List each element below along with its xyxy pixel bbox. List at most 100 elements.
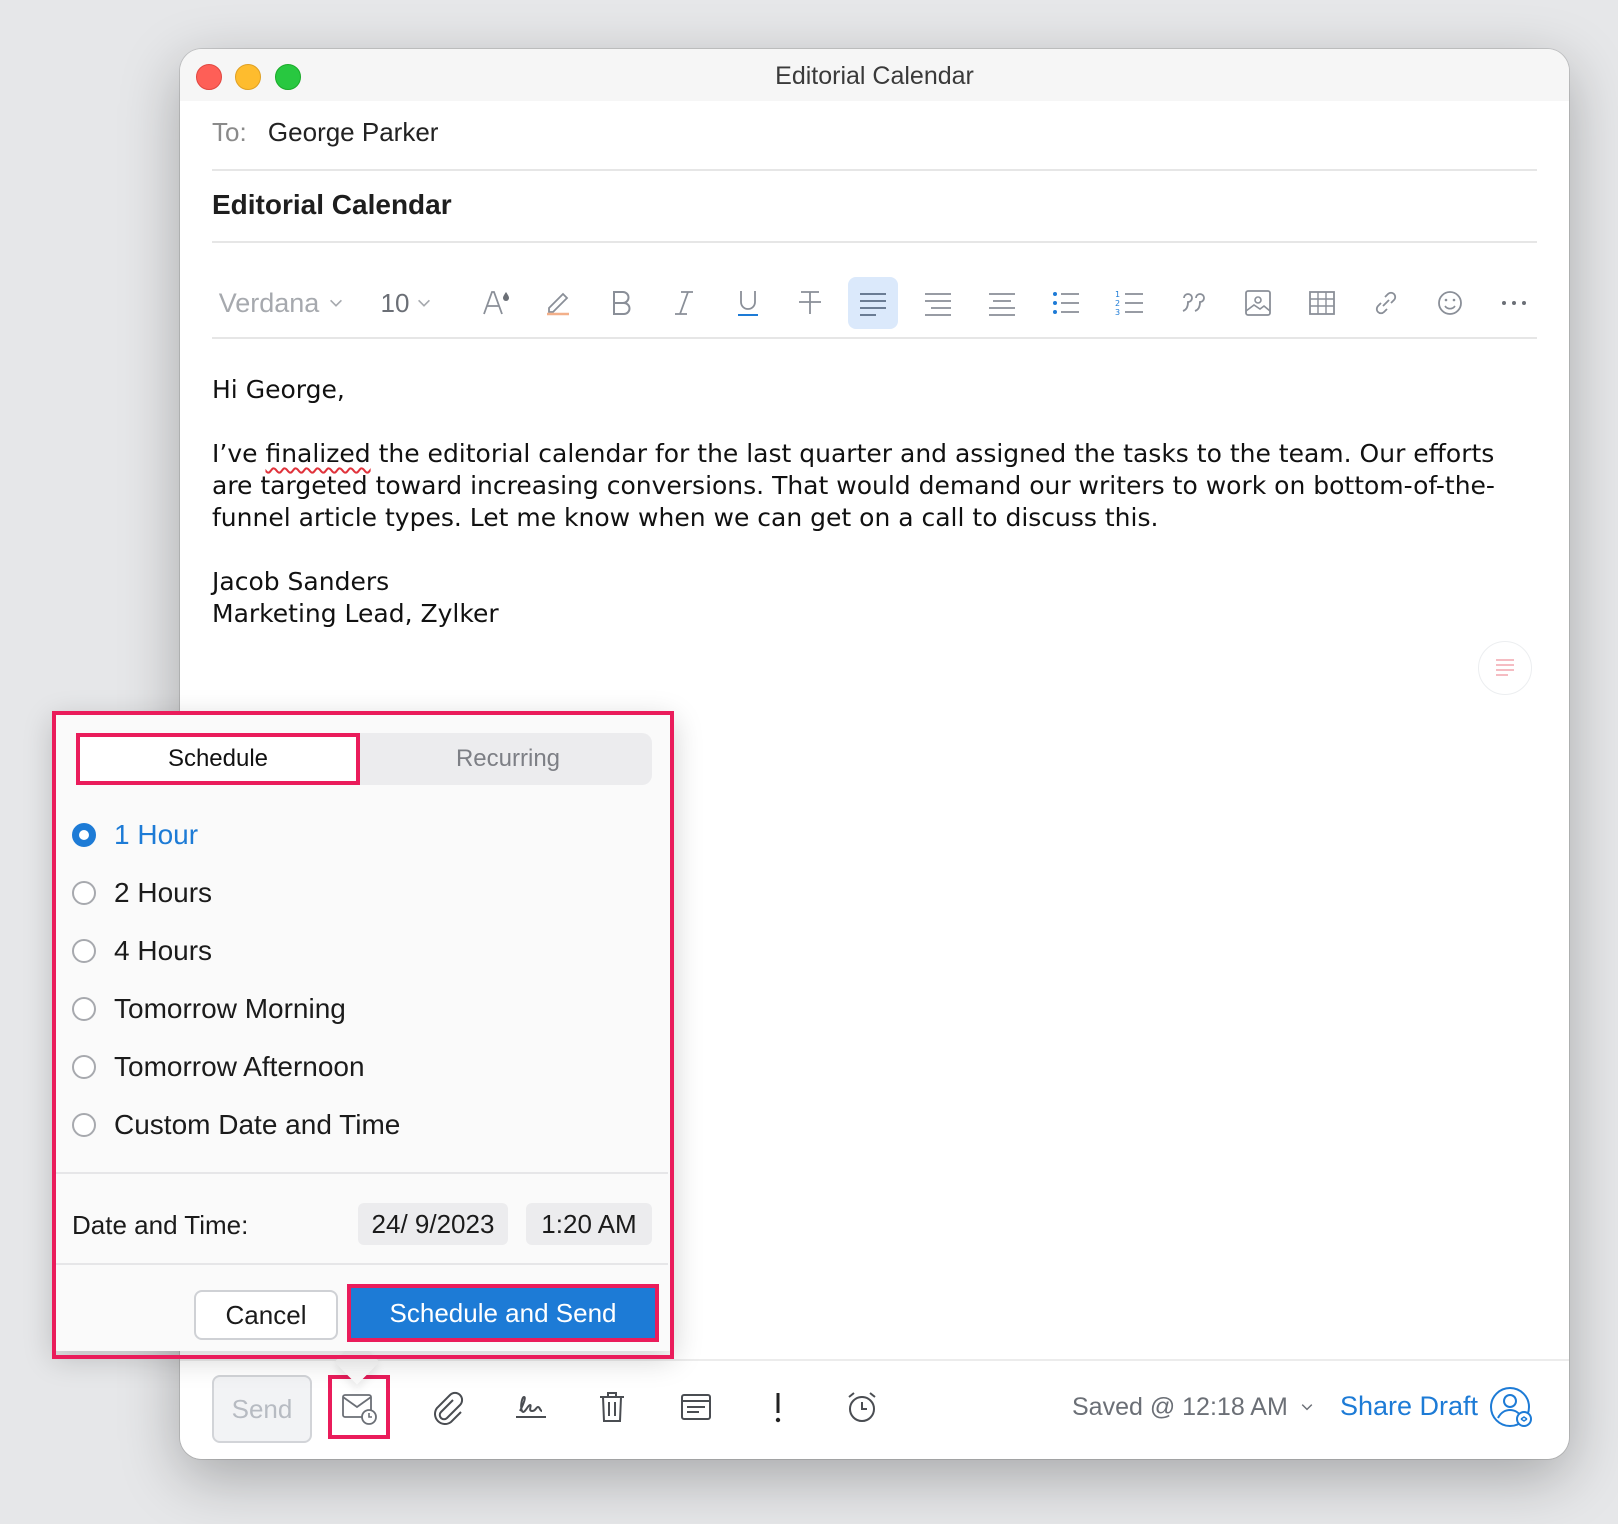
image-icon xyxy=(1245,290,1271,316)
underline-button[interactable] xyxy=(722,277,774,329)
svg-text:3: 3 xyxy=(1115,308,1120,317)
font-family-select[interactable]: Verdana xyxy=(212,277,352,329)
numbered-list-icon: 123 xyxy=(1115,290,1143,317)
emoji-button[interactable] xyxy=(1424,277,1476,329)
radio-button[interactable] xyxy=(72,997,96,1021)
option-tomorrow-afternoon[interactable]: Tomorrow Afternoon xyxy=(72,1047,365,1087)
highlight-button[interactable] xyxy=(532,277,584,329)
option-2-hours[interactable]: 2 Hours xyxy=(72,873,212,913)
window-title: Editorial Calendar xyxy=(775,62,974,90)
saved-status[interactable]: Saved @ 12:18 AM xyxy=(1072,1393,1315,1422)
attach-button[interactable] xyxy=(420,1379,472,1435)
numbered-list-button[interactable]: 123 xyxy=(1104,277,1156,329)
chevron-down-icon xyxy=(418,299,431,307)
body-paragraph: I’ve finalized the editorial calendar fo… xyxy=(212,439,1495,532)
notes-button[interactable] xyxy=(1478,641,1532,695)
misspelled-word[interactable]: finalized xyxy=(265,439,370,468)
strikethrough-button[interactable] xyxy=(784,277,836,329)
send-button[interactable]: Send xyxy=(212,1375,312,1443)
font-size-select[interactable]: 10 xyxy=(377,277,437,329)
align-center-icon xyxy=(925,293,951,316)
radio-button[interactable] xyxy=(72,881,96,905)
divider xyxy=(56,1263,668,1265)
cancel-button[interactable]: Cancel xyxy=(194,1290,338,1340)
radio-button[interactable] xyxy=(72,1055,96,1079)
option-label: Tomorrow Afternoon xyxy=(114,1051,365,1082)
date-time-label: Date and Time: xyxy=(72,1210,249,1240)
to-field[interactable]: To: George Parker xyxy=(212,117,1537,171)
align-right-icon xyxy=(989,293,1015,316)
italic-icon xyxy=(675,291,693,315)
signature-title: Marketing Lead, Zylker xyxy=(212,599,499,628)
option-label: 1 Hour xyxy=(114,819,199,850)
reminder-button[interactable] xyxy=(836,1379,888,1435)
signature-button[interactable] xyxy=(504,1379,556,1435)
bottom-action-bar: Send Saved @ 12:18 AM Share Draft xyxy=(180,1359,1569,1459)
align-center-button[interactable] xyxy=(912,277,964,329)
font-family-value: Verdana xyxy=(218,287,320,318)
font-size-value: 10 xyxy=(380,287,410,318)
insert-link-button[interactable] xyxy=(1360,277,1412,329)
formatting-toolbar: Verdana 10 1 2 3 xyxy=(212,277,1537,339)
tab-schedule[interactable]: Schedule xyxy=(76,733,360,785)
option-label: 4 Hours xyxy=(114,935,213,966)
more-options-button[interactable] xyxy=(1488,277,1540,329)
schedule-and-send-button[interactable]: Schedule and Send xyxy=(347,1284,659,1342)
schedule-mail-icon xyxy=(342,1394,377,1425)
radio-button[interactable] xyxy=(72,939,96,963)
subject-field[interactable]: Editorial Calendar xyxy=(212,189,1537,243)
option-label: Custom Date and Time xyxy=(114,1109,401,1140)
option-4-hours[interactable]: 4 Hours xyxy=(72,931,212,971)
discard-button[interactable] xyxy=(586,1379,638,1435)
divider xyxy=(56,1172,668,1174)
chevron-down-icon xyxy=(1301,1404,1313,1411)
table-icon xyxy=(1309,291,1335,315)
schedule-popover-highlight xyxy=(52,711,674,1359)
priority-button[interactable] xyxy=(752,1379,804,1435)
highlight-icon xyxy=(547,292,569,316)
more-icon xyxy=(1502,301,1526,305)
align-left-button[interactable] xyxy=(848,277,898,329)
link-icon xyxy=(1375,291,1397,315)
radio-button[interactable] xyxy=(72,823,96,847)
exclamation-icon xyxy=(775,1393,781,1423)
body-greeting: Hi George, xyxy=(212,375,345,404)
template-icon xyxy=(681,1394,711,1420)
emoji-icon xyxy=(1438,291,1462,315)
trash-icon xyxy=(600,1392,624,1422)
signature-name: Jacob Sanders xyxy=(212,567,390,596)
bullet-list-icon xyxy=(1053,292,1079,314)
svg-text:2: 2 xyxy=(1115,299,1120,308)
align-left-icon xyxy=(860,293,886,316)
schedule-send-button[interactable] xyxy=(328,1375,390,1439)
align-right-button[interactable] xyxy=(976,277,1028,329)
time-picker[interactable]: 1:20 AM xyxy=(526,1203,652,1245)
to-label: To: xyxy=(212,117,247,147)
bullet-list-button[interactable] xyxy=(1040,277,1092,329)
option-custom-date-time[interactable]: Custom Date and Time xyxy=(72,1105,400,1145)
date-picker[interactable]: 24/ 9/2023 xyxy=(358,1203,508,1245)
font-color-button[interactable] xyxy=(470,277,522,329)
paperclip-icon xyxy=(434,1391,464,1425)
option-label: 2 Hours xyxy=(114,877,213,908)
quote-button[interactable] xyxy=(1168,277,1220,329)
svg-text:1: 1 xyxy=(1115,290,1120,299)
message-body[interactable]: Hi George, I’ve finalized the editorial … xyxy=(212,374,1509,630)
alarm-clock-icon xyxy=(848,1392,876,1422)
schedule-mode-segmented-control: Schedule Recurring xyxy=(76,733,652,785)
option-1-hour[interactable]: 1 Hour xyxy=(72,815,198,855)
share-user-icon[interactable] xyxy=(1488,1383,1536,1431)
bold-button[interactable] xyxy=(595,277,647,329)
insert-table-button[interactable] xyxy=(1296,277,1348,329)
share-draft-link[interactable]: Share Draft xyxy=(1340,1391,1478,1422)
recipient-chip[interactable]: George Parker xyxy=(268,117,439,147)
title-bar: Editorial Calendar xyxy=(180,49,1569,101)
italic-button[interactable] xyxy=(658,277,710,329)
radio-button[interactable] xyxy=(72,1113,96,1137)
template-button[interactable] xyxy=(670,1379,722,1435)
tab-recurring[interactable]: Recurring xyxy=(364,733,652,785)
option-tomorrow-morning[interactable]: Tomorrow Morning xyxy=(72,989,346,1029)
insert-image-button[interactable] xyxy=(1232,277,1284,329)
font-color-icon xyxy=(483,291,509,315)
strikethrough-icon xyxy=(799,291,821,314)
